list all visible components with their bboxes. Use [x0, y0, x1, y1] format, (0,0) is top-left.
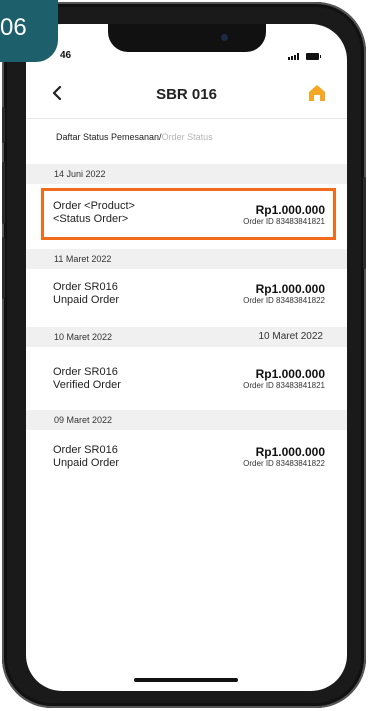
- order-price: Rp1.000.000: [255, 203, 325, 217]
- app-header: SBR 016: [26, 76, 347, 119]
- order-item[interactable]: Order SR016 Unpaid Order Rp1.000.000 Ord…: [26, 281, 347, 321]
- signal-bars-icon: [288, 53, 302, 60]
- date-header: 09 Maret 2022: [26, 410, 347, 430]
- date-label: 09 Maret 2022: [54, 415, 113, 425]
- order-price: Rp1.000.000: [255, 282, 325, 296]
- order-name: Order <Product>: [53, 200, 135, 212]
- breadcrumb: Daftar Status Pemesanan/Order Status: [56, 132, 213, 142]
- phone-screen: 46 SBR 016 Daftar Status Pemesanan/Order…: [26, 24, 347, 691]
- order-id: Order ID 83483841822: [243, 459, 325, 468]
- phone-frame: 46 SBR 016 Daftar Status Pemesanan/Order…: [2, 2, 366, 708]
- step-number: 06: [0, 14, 27, 41]
- date-header: 11 Maret 2022: [26, 249, 347, 269]
- home-indicator: [134, 678, 238, 682]
- front-camera: [221, 34, 228, 41]
- date-label: 14 Juni 2022: [54, 169, 106, 179]
- order-item-highlighted[interactable]: Order <Product> <Status Order> Rp1.000.0…: [41, 188, 336, 240]
- breadcrumb-current: Daftar Status Pemesanan/: [56, 132, 162, 142]
- date-label-right: 10 Maret 2022: [258, 331, 324, 342]
- date-header: 10 Maret 2022 10 Maret 2022: [26, 327, 347, 347]
- order-price: Rp1.000.000: [255, 367, 325, 381]
- volume-up-button: [2, 162, 5, 224]
- date-header: 14 Juni 2022: [26, 164, 347, 184]
- order-item[interactable]: Order SR016 Unpaid Order Rp1.000.000 Ord…: [26, 444, 347, 484]
- order-id: Order ID 83483841822: [243, 296, 325, 305]
- order-status: <Status Order>: [53, 213, 129, 225]
- mute-switch: [2, 107, 5, 143]
- battery-icon: [306, 53, 321, 60]
- order-status: Verified Order: [53, 379, 121, 391]
- order-id: Order ID 83483841821: [243, 381, 325, 390]
- order-status: Unpaid Order: [53, 294, 120, 306]
- date-label: 11 Maret 2022: [54, 254, 112, 264]
- order-status: Unpaid Order: [53, 457, 120, 469]
- volume-down-button: [2, 237, 5, 299]
- breadcrumb-muted: Order Status: [161, 132, 213, 142]
- status-time: 46: [60, 50, 72, 61]
- page-title: SBR 016: [156, 86, 217, 103]
- home-icon[interactable]: [308, 84, 326, 102]
- order-item[interactable]: Order SR016 Verified Order Rp1.000.000 O…: [26, 366, 347, 406]
- order-name: Order SR016: [53, 444, 118, 456]
- order-id: Order ID 83483841821: [243, 217, 325, 226]
- date-label: 10 Maret 2022: [54, 332, 113, 342]
- order-name: Order SR016: [53, 281, 118, 293]
- notch: [108, 24, 266, 52]
- order-name: Order SR016: [53, 366, 118, 378]
- order-price: Rp1.000.000: [255, 445, 325, 459]
- step-badge: 06: [0, 0, 58, 62]
- power-button: [363, 177, 366, 269]
